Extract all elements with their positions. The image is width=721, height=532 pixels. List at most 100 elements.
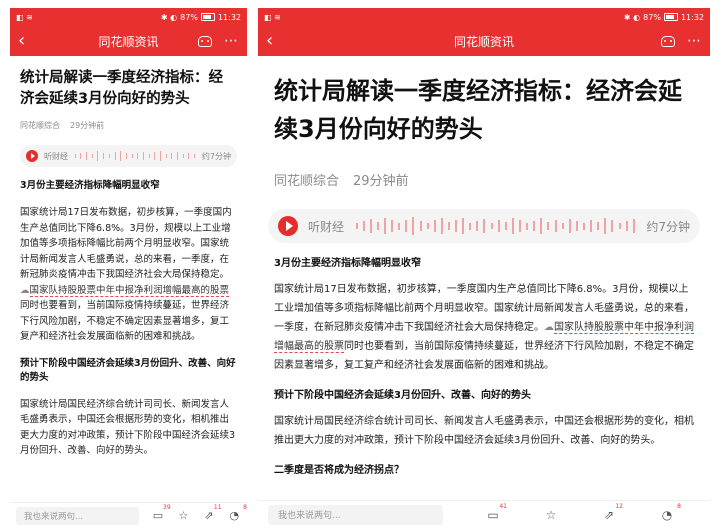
audio-player[interactable]: 听财经 约7分钟 (20, 145, 237, 167)
status-icons: ✱ ◐ (623, 12, 641, 22)
article-source[interactable]: 同花顺综合 (274, 170, 339, 189)
article-body: 统计局解读一季度经济指标：经济会延续3月份向好的势头 同花顺综合 29分钟前 听… (10, 56, 247, 459)
cloud-icon: ☁ (20, 284, 30, 296)
back-icon[interactable]: ‹ (266, 32, 273, 50)
waveform-bar (86, 151, 88, 160)
paragraph-text: 同时也要看到，当前国际疫情持续蔓延，世界经济下行风险加剧，不稳定不确定因素显著增… (20, 300, 230, 342)
waveform-bar (383, 217, 386, 235)
waveform-bar (419, 221, 422, 231)
bottom-action-bar: 我也来说两句... ▭ 41 ☆ ⇗ 12 ◔ 8 (258, 500, 710, 528)
nav-bar: ‹ 同花顺资讯 ⋯ (258, 26, 710, 56)
comment-count: 41 (499, 502, 507, 510)
waveform-bar (369, 219, 372, 233)
waveform-bar (618, 223, 621, 229)
waveform-bar (497, 220, 500, 232)
section-heading: 二季度是否将成为经济拐点？ (274, 465, 404, 476)
audio-waveform (74, 150, 196, 162)
play-icon[interactable] (278, 216, 298, 236)
robot-icon[interactable] (661, 35, 675, 47)
waveform-bar (611, 220, 614, 232)
waveform-bar (583, 222, 586, 230)
clock: 11:32 (680, 12, 704, 22)
waveform-bar (142, 151, 144, 161)
waveform-bar (554, 220, 557, 232)
waveform-bar (125, 153, 127, 159)
more-icon[interactable]: ⋯ (224, 33, 239, 49)
waveform-bar (391, 220, 394, 232)
waveform-bar (103, 152, 105, 160)
waveform-bar (80, 153, 82, 159)
audio-duration: 约7分钟 (201, 151, 231, 161)
waveform-bar (590, 219, 593, 233)
waveform-bar (433, 220, 436, 232)
status-left-icons: ◧ ≋ (16, 12, 33, 22)
robot-icon[interactable] (198, 35, 212, 47)
waveform-bar (597, 221, 600, 231)
waveform-bar (165, 153, 167, 158)
stock-topic-link[interactable]: 国家队持股股票中年中报净利润增幅最高的股票 (29, 284, 230, 297)
article-source[interactable]: 同花顺综合 (20, 120, 60, 131)
cloud-icon: ☁ (544, 322, 554, 333)
waveform-bar (476, 221, 479, 231)
comment-input[interactable]: 我也来说两句... (16, 506, 140, 525)
like-count: 8 (677, 502, 681, 510)
waveform-bar (526, 222, 529, 230)
share-icon[interactable]: ⇗ 11 (202, 504, 221, 522)
waveform-bar (412, 216, 415, 236)
battery-percent: 87% (643, 12, 661, 22)
bottom-action-bar: 我也来说两句... ▭ 39 ☆ ⇗ 11 ◔ 8 (10, 502, 247, 528)
audio-label: 听财经 (44, 151, 68, 161)
waveform-bar (625, 221, 628, 231)
waveform-bar (533, 221, 536, 231)
audio-label: 听财经 (308, 219, 345, 234)
waveform-bar (188, 152, 190, 160)
share-icon[interactable]: ⇗ 12 (601, 503, 623, 522)
like-count: 8 (243, 504, 247, 511)
comment-icon[interactable]: ▭ 39 (151, 504, 171, 522)
section-heading: 预计下阶段中国经济会延续3月份回升、改善、向好的势头 (20, 357, 236, 383)
article-time: 29分钟前 (70, 121, 105, 130)
back-icon[interactable]: ‹ (18, 32, 25, 50)
more-icon[interactable]: ⋯ (687, 33, 702, 49)
waveform-bar (519, 219, 522, 233)
paragraph: 国家统计局国民经济综合统计司司长、新闻发言人毛盛勇表示，中国还会根据形势的变化，… (274, 416, 694, 446)
section-heading: 3月份主要经济指标降幅明显收窄 (274, 258, 421, 269)
share-count: 11 (213, 504, 222, 511)
paragraph: 国家统计局17日发布数据，初步核算，一季度国内生产总值同比下降6.8%。3月份，… (20, 205, 237, 345)
waveform-bar (74, 154, 76, 158)
waveform-bar (182, 154, 184, 158)
waveform-bar (148, 153, 150, 159)
waveform-bar (362, 221, 365, 231)
star-icon[interactable]: ☆ (177, 509, 190, 522)
waveform-bar (561, 223, 564, 229)
waveform-bar (469, 222, 472, 230)
status-icons: ✱ ◐ (160, 12, 178, 22)
nav-title: 同花顺资讯 (453, 34, 514, 49)
waveform-bar (376, 221, 379, 231)
article-meta: 同花顺综合 29分钟前 (268, 170, 700, 189)
audio-player[interactable]: 听财经 约7分钟 (268, 209, 700, 243)
share-count: 12 (615, 502, 623, 510)
comment-count: 39 (163, 504, 171, 511)
play-icon[interactable] (26, 150, 38, 162)
waveform-bar (447, 221, 450, 231)
waveform-bar (455, 219, 458, 233)
comment-icon[interactable]: ▭ 41 (485, 503, 507, 522)
waveform-bar (483, 219, 486, 233)
section-heading: 预计下阶段中国经济会延续3月份回升、改善、向好的势头 (274, 390, 531, 401)
waveform-bar (91, 153, 93, 159)
clock: 11:32 (217, 12, 241, 22)
section-heading: 3月份主要经济指标降幅明显收窄 (20, 180, 160, 191)
waveform-bar (568, 219, 571, 233)
waveform-bar (120, 150, 122, 162)
article-body: 统计局解读一季度经济指标：经济会延续3月份向好的势头 同花顺综合 29分钟前 听… (258, 56, 710, 478)
article-meta: 同花顺综合 29分钟前 (20, 120, 237, 131)
like-icon[interactable]: ◔ 8 (659, 503, 681, 522)
star-icon[interactable]: ☆ (543, 508, 559, 522)
waveform-bar (632, 219, 635, 233)
like-icon[interactable]: ◔ 8 (228, 504, 247, 522)
paragraph: 国家统计局17日发布数据，初步核算，一季度国内生产总值同比下降6.8%。3月份，… (268, 280, 700, 375)
comment-input[interactable]: 我也来说两句... (268, 504, 443, 525)
waveform-bar (355, 223, 358, 229)
waveform-bar (504, 221, 507, 231)
